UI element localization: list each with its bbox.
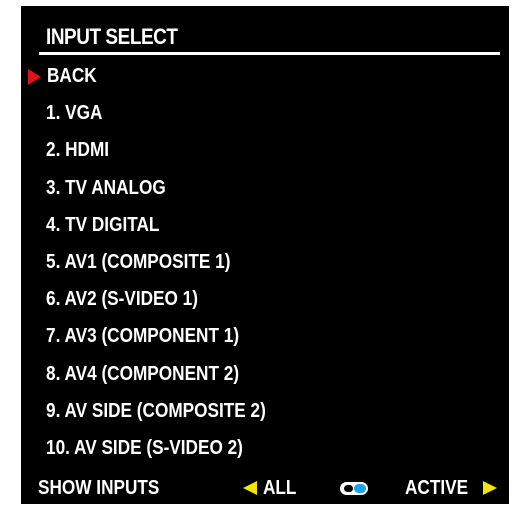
- menu-item-label: 10. AV SIDE (S-VIDEO 2): [46, 436, 243, 459]
- menu-item-vga[interactable]: 1. VGA: [21, 95, 509, 132]
- title-divider: [39, 52, 500, 55]
- show-inputs-toggle[interactable]: [340, 482, 368, 495]
- menu-item-tv-analog[interactable]: 3. TV ANALOG: [21, 170, 509, 207]
- menu-item-av3[interactable]: 7. AV3 (COMPONENT 1): [21, 318, 509, 355]
- menu-item-label: BACK: [47, 65, 97, 87]
- menu-item-label: 7. AV3 (COMPONENT 1): [46, 325, 240, 348]
- arrow-left-icon[interactable]: [243, 481, 257, 495]
- menu-item-tv-digital[interactable]: 4. TV DIGITAL: [21, 207, 509, 244]
- menu-item-label: 4. TV DIGITAL: [46, 213, 160, 236]
- toggle-knob-icon: [354, 484, 366, 493]
- menu-item-back[interactable]: BACK: [21, 58, 509, 95]
- menu-item-label: 8. AV4 (COMPONENT 2): [46, 362, 240, 385]
- selection-cursor-icon: [28, 69, 41, 85]
- arrow-right-icon[interactable]: [483, 481, 497, 495]
- menu-item-label: 6. AV2 (S-VIDEO 1): [46, 288, 198, 311]
- menu-item-label: 5. AV1 (COMPOSITE 1): [46, 250, 231, 273]
- option-all[interactable]: ALL: [263, 472, 296, 504]
- menu-item-av-side-composite[interactable]: 9. AV SIDE (COMPOSITE 2): [21, 393, 509, 430]
- menu-item-av4[interactable]: 8. AV4 (COMPONENT 2): [21, 356, 509, 393]
- menu-item-label: 2. HDMI: [46, 139, 110, 162]
- show-inputs-row: SHOW INPUTS ALL ACTIVE: [21, 472, 509, 504]
- show-inputs-label: SHOW INPUTS: [38, 477, 160, 499]
- menu-item-label: 1. VGA: [46, 102, 103, 125]
- menu-item-label: 9. AV SIDE (COMPOSITE 2): [46, 399, 266, 422]
- input-list: BACK 1. VGA 2. HDMI 3. TV ANALOG 4. TV D…: [21, 58, 509, 467]
- menu-item-label: 3. TV ANALOG: [46, 176, 166, 199]
- option-active[interactable]: ACTIVE: [405, 472, 468, 504]
- toggle-track-icon: [344, 485, 353, 492]
- menu-item-av1[interactable]: 5. AV1 (COMPOSITE 1): [21, 244, 509, 281]
- menu-title: INPUT SELECT: [46, 24, 178, 49]
- menu-item-av2[interactable]: 6. AV2 (S-VIDEO 1): [21, 281, 509, 318]
- menu-item-av-side-svideo[interactable]: 10. AV SIDE (S-VIDEO 2): [21, 430, 509, 467]
- input-select-osd: INPUT SELECT BACK 1. VGA 2. HDMI 3. TV A…: [21, 6, 509, 504]
- menu-item-hdmi[interactable]: 2. HDMI: [21, 132, 509, 169]
